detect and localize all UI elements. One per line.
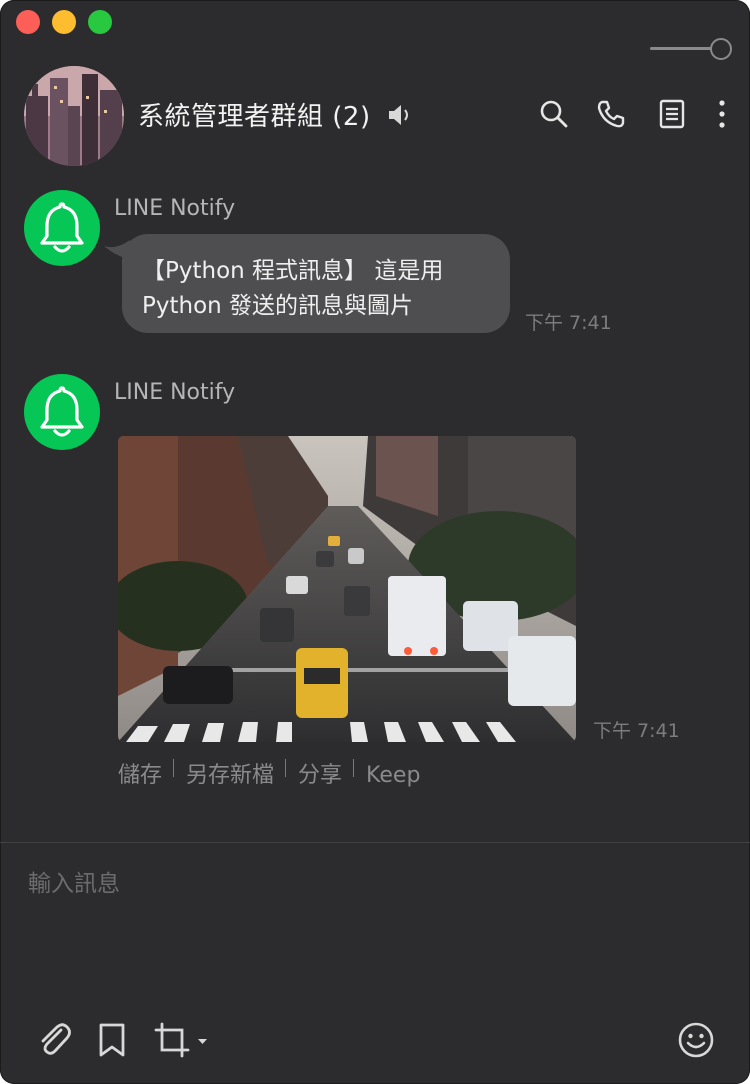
message-bubble[interactable]: 【Python 程式訊息】 這是用 Python 發送的訊息與圖片 <box>122 234 510 333</box>
sender-name: LINE Notify <box>114 380 236 405</box>
close-window-button[interactable] <box>16 10 40 34</box>
separator <box>285 759 287 777</box>
save-as-button[interactable]: 另存新檔 <box>186 757 274 789</box>
zoom-window-button[interactable] <box>88 10 112 34</box>
more-icon[interactable] <box>706 98 738 130</box>
speaker-icon[interactable] <box>387 102 413 128</box>
save-button[interactable]: 儲存 <box>118 757 162 789</box>
notes-icon[interactable] <box>656 98 688 130</box>
emoji-icon[interactable] <box>676 1020 716 1060</box>
message-time: 下午 7:41 <box>525 312 612 334</box>
sender-name: LINE Notify <box>114 196 236 221</box>
group-avatar-image <box>24 66 124 166</box>
city-street-photo[interactable] <box>118 436 576 742</box>
separator <box>353 759 355 777</box>
message-text-line-1: 【Python 程式訊息】 這是用 <box>142 258 444 284</box>
street-photo-image <box>118 436 576 742</box>
bell-icon <box>40 386 84 437</box>
chat-header: 系統管理者群組 (2) <box>0 64 750 168</box>
message-input[interactable] <box>28 864 718 904</box>
minimize-window-button[interactable] <box>52 10 76 34</box>
bookmark-icon[interactable] <box>92 1020 132 1060</box>
keep-button[interactable]: Keep <box>366 763 420 788</box>
bell-icon <box>40 202 84 253</box>
separator <box>173 759 175 777</box>
chat-window: 系統管理者群組 (2) LINE Notify 【Python 程式訊息】 這是… <box>0 0 750 1084</box>
message-time: 下午 7:41 <box>593 720 680 742</box>
slider-knob[interactable] <box>710 38 732 60</box>
image-actions: 儲存 另存新檔 分享 Keep <box>118 757 420 789</box>
search-icon[interactable] <box>538 98 570 130</box>
line-notify-avatar[interactable] <box>24 374 100 450</box>
slider-track <box>650 47 716 50</box>
phone-icon[interactable] <box>595 98 627 130</box>
transparency-slider[interactable] <box>650 38 734 60</box>
composer-divider <box>0 842 750 843</box>
title-bar <box>0 0 750 44</box>
chat-title[interactable]: 系統管理者群組 (2) <box>138 96 371 133</box>
message-text-line-2: Python 發送的訊息與圖片 <box>142 293 414 319</box>
line-notify-avatar[interactable] <box>24 190 100 266</box>
group-avatar[interactable] <box>24 66 124 166</box>
attach-icon[interactable] <box>34 1020 74 1060</box>
crop-icon[interactable] <box>152 1020 212 1060</box>
share-button[interactable]: 分享 <box>298 757 342 789</box>
